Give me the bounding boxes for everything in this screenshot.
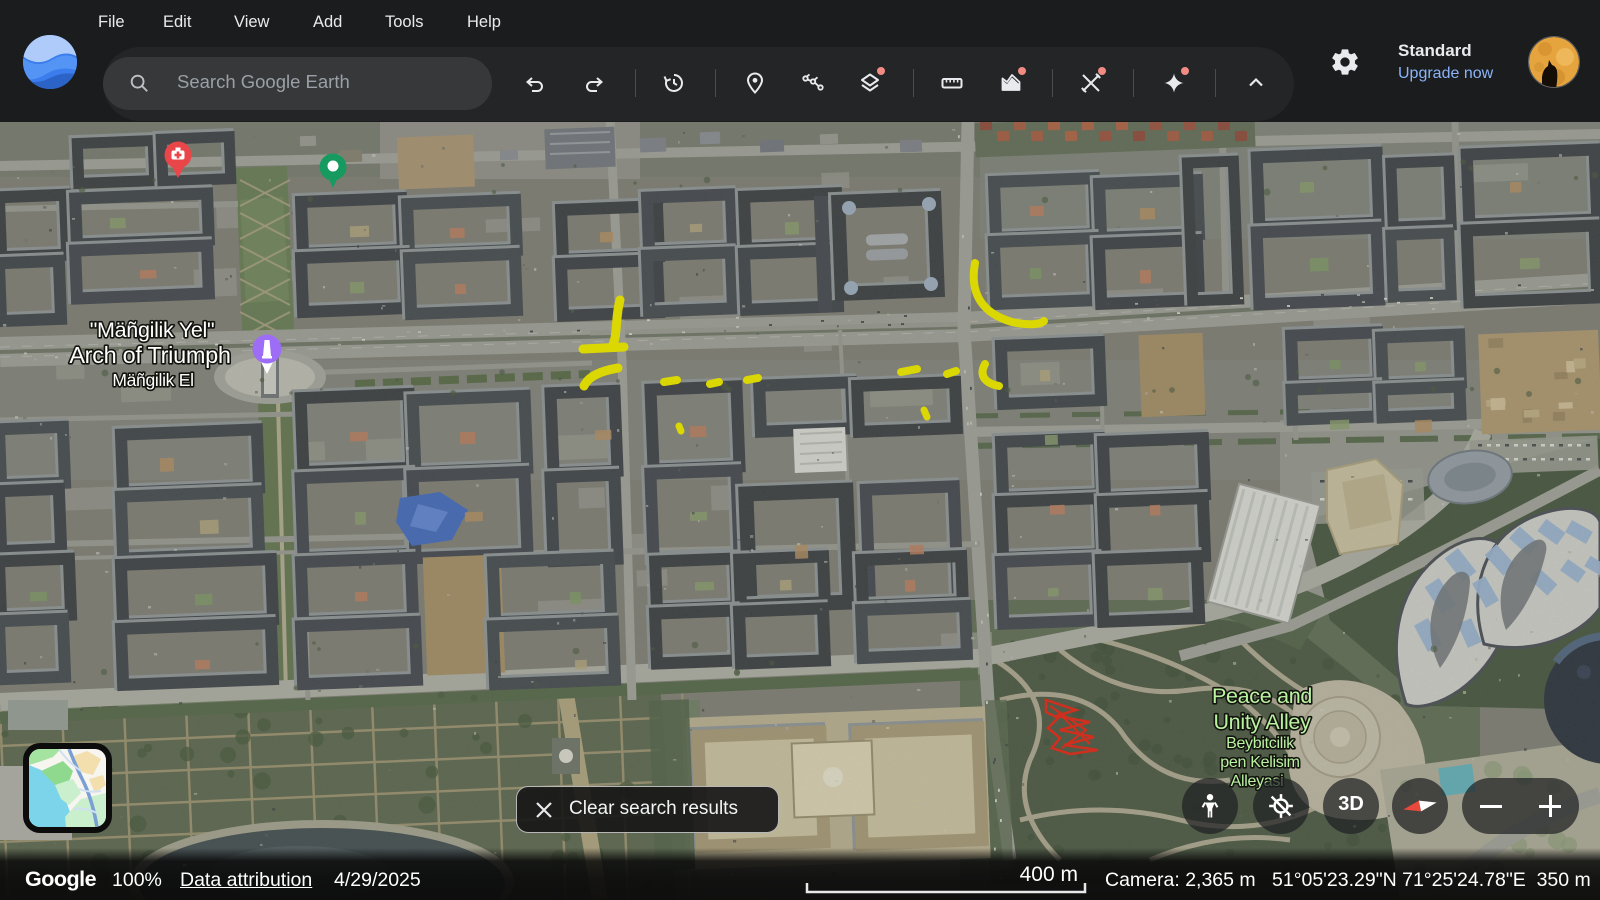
- svg-text:pen Kelisim: pen Kelisim: [1220, 754, 1299, 771]
- svg-text:Beybitcilik: Beybitcilik: [1226, 735, 1295, 752]
- svg-text:Arch of Triumph: Arch of Triumph: [69, 342, 230, 368]
- svg-text:Mäñgilik El: Mäñgilik El: [112, 370, 193, 390]
- svg-text:Peace and: Peace and: [1212, 684, 1312, 708]
- svg-text:Unity Alley: Unity Alley: [1213, 710, 1311, 734]
- svg-text:"Mäñgilik Yel": "Mäñgilik Yel": [90, 318, 215, 342]
